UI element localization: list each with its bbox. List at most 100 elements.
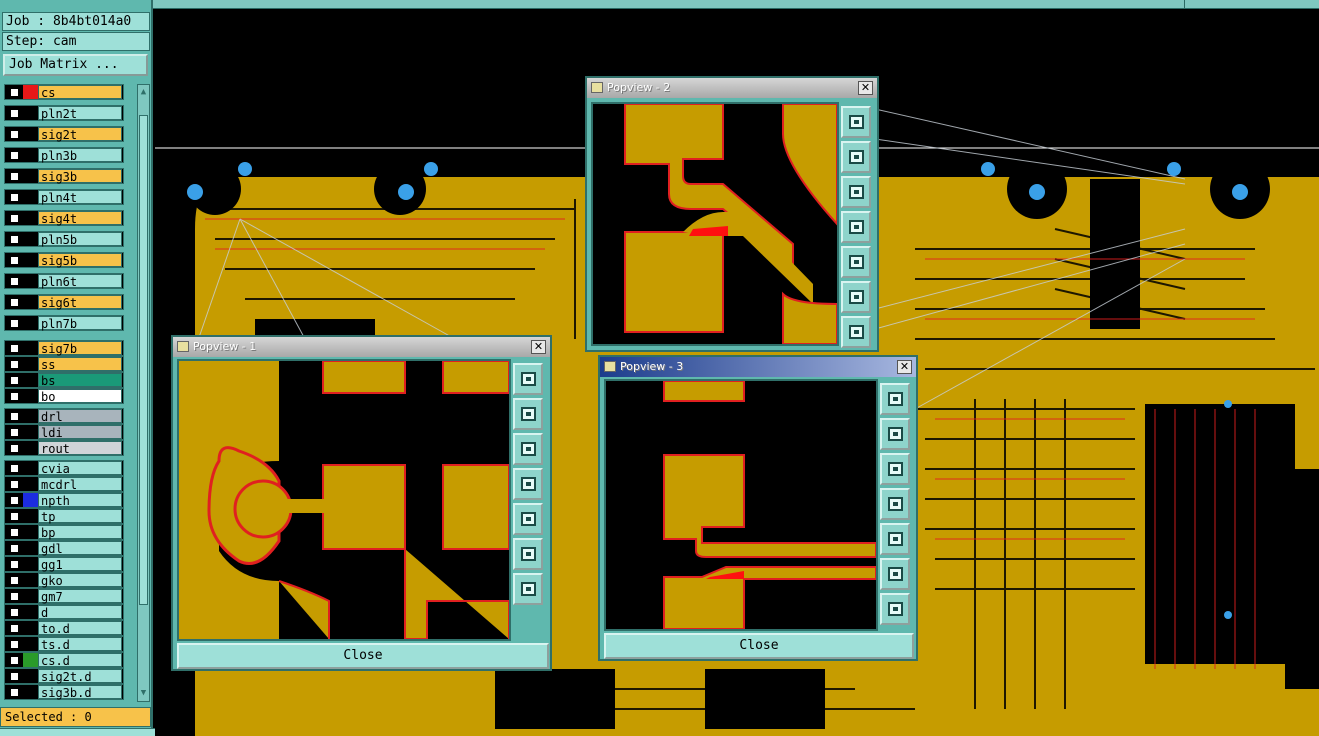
layer-color-swatch[interactable]: [23, 316, 38, 330]
layer-row[interactable]: tp: [2, 508, 136, 524]
layer-name[interactable]: gko: [38, 573, 122, 588]
zoom-fit-icon[interactable]: [880, 383, 910, 415]
layer-name[interactable]: sig7b: [38, 341, 122, 356]
layer-row[interactable]: bp: [2, 524, 136, 540]
zoom-out-icon[interactable]: [880, 558, 910, 590]
pan-up-icon[interactable]: [841, 141, 871, 173]
layer-color-swatch[interactable]: [23, 685, 38, 699]
layer-checkbox[interactable]: [9, 213, 20, 224]
pan-down-icon[interactable]: [880, 453, 910, 485]
layer-row[interactable]: sig2t.d: [2, 668, 136, 684]
layer-row[interactable]: pln2t: [2, 105, 136, 121]
layer-name[interactable]: cs.d: [38, 653, 122, 668]
pan-left-icon[interactable]: [513, 468, 543, 500]
layer-row[interactable]: pln7b: [2, 315, 136, 331]
pan-up-icon[interactable]: [513, 398, 543, 430]
layer-row[interactable]: pln4t: [2, 189, 136, 205]
layer-checkbox[interactable]: [9, 343, 20, 354]
zoom-in-icon[interactable]: [841, 316, 871, 348]
layer-name[interactable]: bs: [38, 373, 122, 388]
layer-checkbox[interactable]: [9, 427, 20, 438]
layer-checkbox[interactable]: [9, 607, 20, 618]
pan-down-icon[interactable]: [513, 433, 543, 465]
layer-name[interactable]: ss: [38, 357, 122, 372]
layer-row[interactable]: ss: [2, 356, 136, 372]
layer-checkbox[interactable]: [9, 359, 20, 370]
pan-left-icon[interactable]: [880, 488, 910, 520]
layer-row[interactable]: pln6t: [2, 273, 136, 289]
layer-name[interactable]: drl: [38, 409, 122, 424]
layer-row[interactable]: rout: [2, 440, 136, 456]
layer-row[interactable]: gdl: [2, 540, 136, 556]
layer-checkbox[interactable]: [9, 234, 20, 245]
pan-right-icon[interactable]: [880, 523, 910, 555]
layer-color-swatch[interactable]: [23, 341, 38, 355]
layer-color-swatch[interactable]: [23, 573, 38, 587]
layer-row[interactable]: sig3b: [2, 168, 136, 184]
layer-color-swatch[interactable]: [23, 557, 38, 571]
zoom-out-icon[interactable]: [841, 281, 871, 313]
scrollbar-thumb[interactable]: [139, 115, 148, 605]
layer-checkbox[interactable]: [9, 108, 20, 119]
layer-row[interactable]: sig5b: [2, 252, 136, 268]
layer-checkbox[interactable]: [9, 639, 20, 650]
layer-color-swatch[interactable]: [23, 389, 38, 403]
popview-2-title[interactable]: Popview - 2: [587, 78, 877, 98]
layer-row[interactable]: pln3b: [2, 147, 136, 163]
layer-color-swatch[interactable]: [23, 106, 38, 120]
layer-color-swatch[interactable]: [23, 669, 38, 683]
layer-name[interactable]: sig5b: [38, 253, 122, 268]
layer-row[interactable]: ldi: [2, 424, 136, 440]
layer-name[interactable]: gm7: [38, 589, 122, 604]
layer-checkbox[interactable]: [9, 527, 20, 538]
layer-color-swatch[interactable]: [23, 409, 38, 423]
layer-checkbox[interactable]: [9, 443, 20, 454]
layer-name[interactable]: sig3b: [38, 169, 122, 184]
layer-checkbox[interactable]: [9, 171, 20, 182]
layer-row[interactable]: drl: [2, 408, 136, 424]
popview-1-window[interactable]: Popview - 1 ✕ Close: [171, 335, 552, 671]
popview-2-viewport[interactable]: [591, 102, 839, 346]
zoom-in-icon[interactable]: [880, 593, 910, 625]
layer-row[interactable]: npth: [2, 492, 136, 508]
layer-checkbox[interactable]: [9, 687, 20, 698]
layer-color-swatch[interactable]: [23, 653, 38, 667]
layer-name[interactable]: d: [38, 605, 122, 620]
layer-color-swatch[interactable]: [23, 295, 38, 309]
scroll-down-icon[interactable]: ▼: [138, 688, 149, 699]
zoom-fit-icon[interactable]: [841, 106, 871, 138]
layer-checkbox[interactable]: [9, 150, 20, 161]
layer-checkbox[interactable]: [9, 463, 20, 474]
layer-color-swatch[interactable]: [23, 637, 38, 651]
layer-checkbox[interactable]: [9, 276, 20, 287]
zoom-in-icon[interactable]: [513, 573, 543, 605]
layer-color-swatch[interactable]: [23, 253, 38, 267]
layer-color-swatch[interactable]: [23, 148, 38, 162]
popview-2-window[interactable]: Popview - 2 ✕: [585, 76, 879, 352]
layer-name[interactable]: sig3b.d: [38, 685, 122, 700]
pan-right-icon[interactable]: [513, 503, 543, 535]
layer-color-swatch[interactable]: [23, 190, 38, 204]
layer-color-swatch[interactable]: [23, 441, 38, 455]
layer-name[interactable]: rout: [38, 441, 122, 456]
layer-row[interactable]: gko: [2, 572, 136, 588]
layer-checkbox[interactable]: [9, 87, 20, 98]
layer-row[interactable]: mcdrl: [2, 476, 136, 492]
layer-color-swatch[interactable]: [23, 373, 38, 387]
layer-color-swatch[interactable]: [23, 357, 38, 371]
layer-name[interactable]: npth: [38, 493, 122, 508]
layer-name[interactable]: pln6t: [38, 274, 122, 289]
layer-name[interactable]: gg1: [38, 557, 122, 572]
layer-name[interactable]: mcdrl: [38, 477, 122, 492]
popview-1-close-icon[interactable]: ✕: [531, 340, 546, 354]
layer-name[interactable]: gdl: [38, 541, 122, 556]
layer-name[interactable]: pln3b: [38, 148, 122, 163]
popview-1-title[interactable]: Popview - 1: [173, 337, 550, 357]
layer-row[interactable]: sig4t: [2, 210, 136, 226]
layer-checkbox[interactable]: [9, 129, 20, 140]
popview-3-window[interactable]: Popview - 3 ✕ Close: [598, 355, 918, 661]
pan-right-icon[interactable]: [841, 246, 871, 278]
popview-3-title[interactable]: Popview - 3: [600, 357, 916, 377]
layer-checkbox[interactable]: [9, 543, 20, 554]
popview-3-close-button[interactable]: Close: [604, 633, 914, 659]
